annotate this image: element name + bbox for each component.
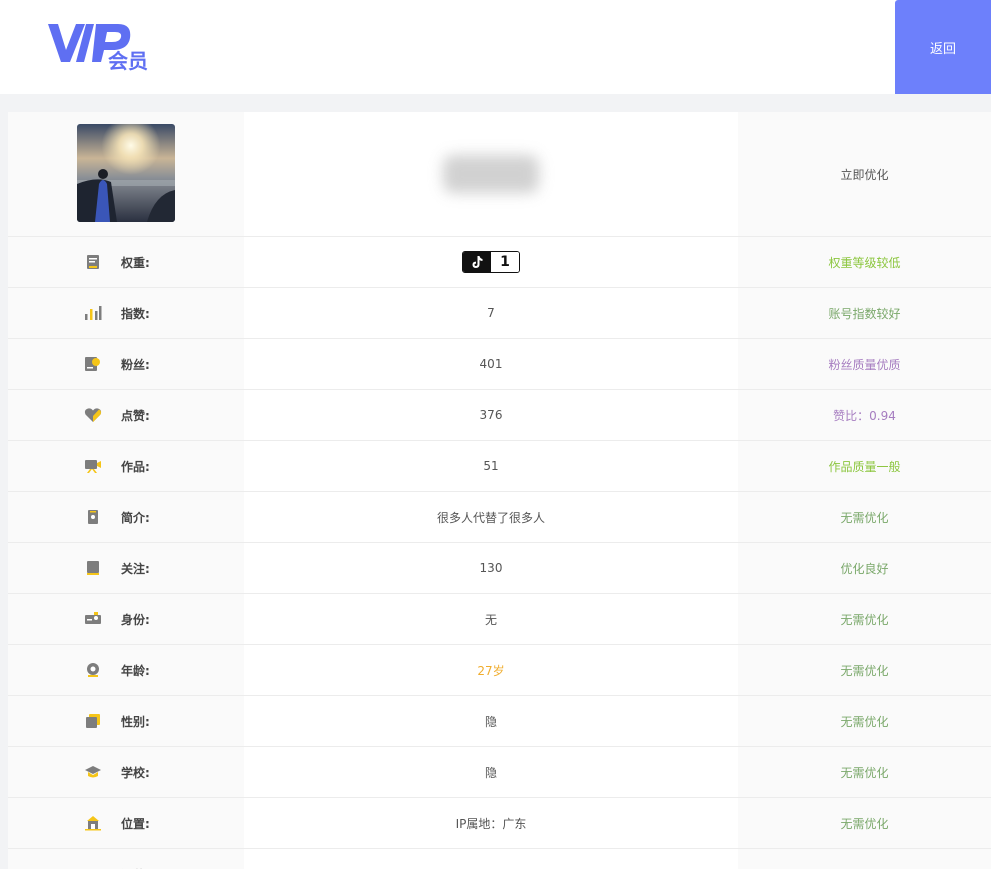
row-status-school: 无需优化 xyxy=(840,765,889,780)
row-fans: 粉丝: 401 粉丝质量优质 xyxy=(8,339,991,390)
optimize-now-link[interactable]: 立即优化 xyxy=(840,166,888,183)
profile-card-icon xyxy=(84,508,102,526)
heart-icon xyxy=(84,406,102,424)
row-status-weight: 权重等级较低 xyxy=(828,255,901,270)
row-value-age: 27岁 xyxy=(477,663,505,678)
row-status-index: 账号指数较好 xyxy=(828,306,901,321)
row-status-age: 无需优化 xyxy=(840,663,889,678)
row-bio: 简介: 很多人代替了很多人 无需优化 xyxy=(8,492,991,543)
bar-chart-icon xyxy=(84,304,102,322)
row-status-works: 作品质量一般 xyxy=(828,459,901,474)
score-icon xyxy=(84,865,102,869)
row-label-likes: 点赞: xyxy=(121,408,150,423)
vip-logo: 会员 xyxy=(46,16,166,73)
row-label-gender: 性别: xyxy=(121,714,150,729)
row-label-works: 作品: xyxy=(121,459,150,474)
row-value-following: 130 xyxy=(479,561,503,575)
building-icon xyxy=(84,814,102,832)
back-button[interactable]: 返回 xyxy=(895,0,991,94)
row-label-identity: 身份: xyxy=(121,612,150,627)
row-value-identity: 无 xyxy=(484,612,497,627)
book-icon xyxy=(84,559,102,577)
row-label-age: 年龄: xyxy=(121,663,150,678)
id-card-icon xyxy=(84,610,102,628)
row-label-following: 关注: xyxy=(121,561,150,576)
row-gender: 性别: 隐 无需优化 xyxy=(8,696,991,747)
row-identity: 身份: 无 无需优化 xyxy=(8,594,991,645)
row-status-likes: 赞比：0.94 xyxy=(833,408,896,423)
row-works: 作品: 51 作品质量一般 xyxy=(8,441,991,492)
row-label-index: 指数: xyxy=(121,306,150,321)
weight-level: 1 xyxy=(491,252,519,272)
row-status-identity: 无需优化 xyxy=(840,612,889,627)
row-value-school: 隐 xyxy=(484,765,497,780)
row-value-works: 51 xyxy=(483,459,499,473)
row-label-location: 位置: xyxy=(121,816,150,831)
account-analysis-panel: 立即优化 权重: 1 权重等级较低指数: 7 账号指数较好粉丝: 401 粉丝质量优质点赞:… xyxy=(8,112,991,869)
row-value-location: IP属地：广东 xyxy=(455,816,527,831)
tiktok-weight-badge: 1 xyxy=(462,251,520,273)
row-label-bio: 简介: xyxy=(121,510,150,525)
row-school: 学校: 隐 无需优化 xyxy=(8,747,991,798)
row-label-fans: 粉丝: xyxy=(121,357,150,372)
tiktok-icon xyxy=(463,252,491,272)
top-header: 会员 返回 xyxy=(0,0,991,94)
video-camera-icon xyxy=(84,457,102,475)
profile-row: 立即优化 xyxy=(8,112,991,237)
row-value-likes: 376 xyxy=(479,408,503,422)
row-status-gender: 无需优化 xyxy=(840,714,889,729)
row-status-location: 无需优化 xyxy=(840,816,889,831)
row-label-school: 学校: xyxy=(121,765,150,780)
blurred-username xyxy=(443,155,539,193)
row-status-fans: 粉丝质量优质 xyxy=(828,357,901,372)
row-status-bio: 无需优化 xyxy=(840,510,889,525)
row-label-weight: 权重: xyxy=(121,255,150,270)
row-status-following: 优化良好 xyxy=(840,561,889,576)
row-weight: 权重: 1 权重等级较低 xyxy=(8,237,991,288)
row-location: 位置: IP属地：广东 无需优化 xyxy=(8,798,991,849)
fans-card-icon xyxy=(84,355,102,373)
webcam-icon xyxy=(84,661,102,679)
vip-logo-text: 会员 xyxy=(108,49,148,72)
row-age: 年龄: 27岁 无需优化 xyxy=(8,645,991,696)
row-label-score: 评分: xyxy=(121,866,150,869)
row-value-gender: 隐 xyxy=(484,714,497,729)
row-score: 评分:77✓ xyxy=(8,849,991,869)
row-index: 指数: 7 账号指数较好 xyxy=(8,288,991,339)
row-value-fans: 401 xyxy=(479,357,503,371)
graduation-cap-icon xyxy=(84,763,102,781)
avatar[interactable] xyxy=(77,124,175,222)
weight-doc-icon xyxy=(84,253,102,271)
row-value-index: 7 xyxy=(487,306,495,320)
row-likes: 点赞: 376 赞比：0.94 xyxy=(8,390,991,441)
row-value-bio: 很多人代替了很多人 xyxy=(436,510,545,525)
row-following: 关注: 130 优化良好 xyxy=(8,543,991,594)
square-stack-icon xyxy=(84,712,102,730)
metric-rows: 权重: 1 权重等级较低指数: 7 账号指数较好粉丝: 401 粉丝质量优质点赞: 376 赞比… xyxy=(8,237,991,869)
